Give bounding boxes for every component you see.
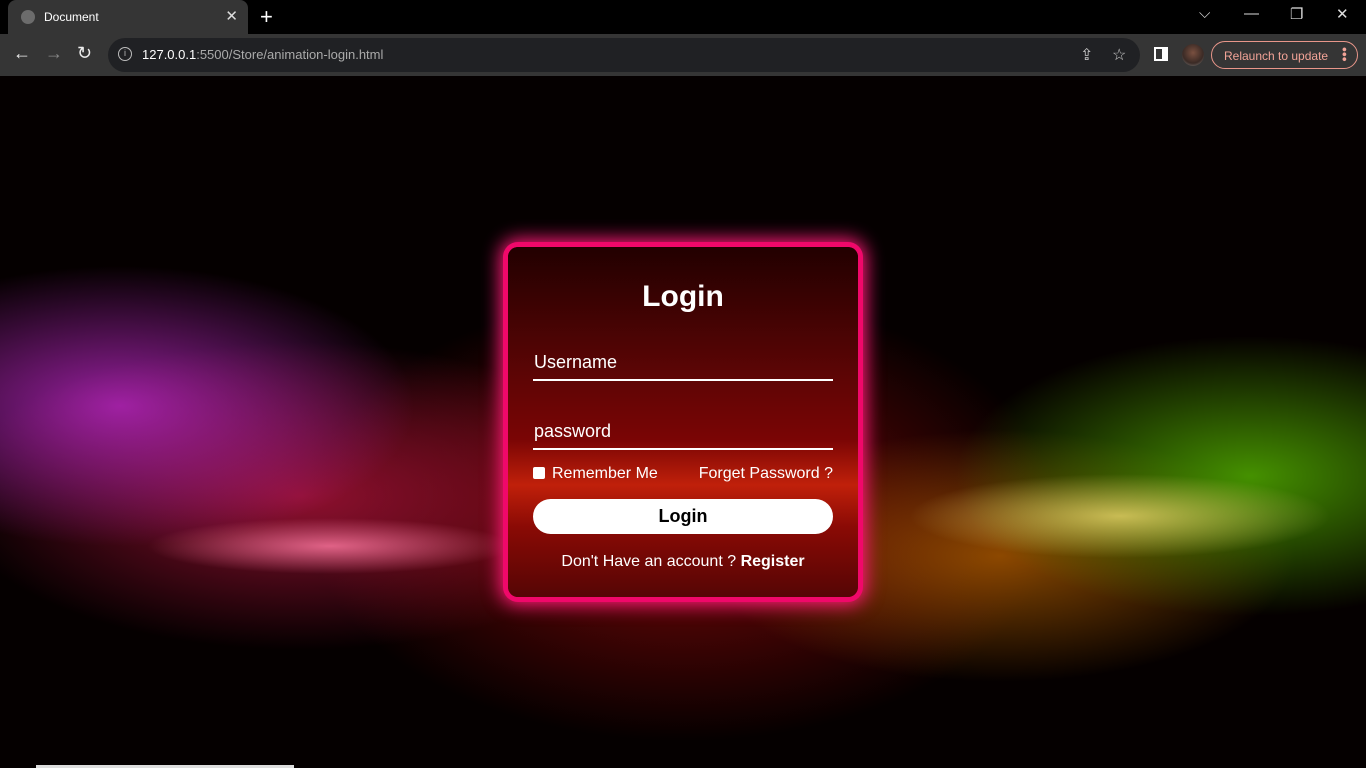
tab-title: Document (44, 10, 99, 24)
close-window-icon[interactable]: ✕ (1336, 5, 1349, 23)
remember-me[interactable]: Remember Me (533, 465, 658, 483)
password-input[interactable]: password (533, 421, 833, 450)
menu-icon: ••• (1337, 47, 1353, 62)
page-background: Login Username password Remember Me Forg… (0, 76, 1366, 768)
side-panel-icon[interactable] (1154, 47, 1168, 61)
share-icon[interactable]: ⇪ (1080, 45, 1093, 65)
username-input[interactable]: Username (533, 352, 833, 381)
info-icon[interactable]: i (118, 47, 132, 61)
login-button[interactable]: Login (533, 499, 833, 534)
reload-icon[interactable]: ↻ (77, 43, 92, 64)
address-bar[interactable]: i 127.0.0.1:5500/Store/animation-login.h… (108, 38, 1140, 72)
login-card: Login Username password Remember Me Forg… (508, 247, 858, 597)
tab-bar: Document ✕ + ⌵ — ❐ ✕ (0, 0, 1366, 34)
remember-checkbox[interactable] (533, 467, 545, 479)
avatar[interactable] (1182, 44, 1204, 66)
globe-icon (21, 10, 35, 24)
minimize-icon[interactable]: — (1244, 5, 1259, 22)
login-title: Login (642, 280, 724, 313)
close-tab-icon[interactable]: ✕ (225, 7, 238, 25)
back-icon[interactable]: ← (13, 43, 31, 64)
restore-icon[interactable]: ❐ (1290, 5, 1303, 23)
relaunch-button[interactable]: Relaunch to update ••• (1211, 41, 1358, 69)
url-text: 127.0.0.1:5500/Store/animation-login.htm… (142, 47, 384, 62)
tab-search-icon[interactable]: ⌵ (1199, 5, 1210, 22)
tab-document[interactable]: Document ✕ (8, 0, 248, 34)
register-prompt: Don't Have an account ? Register (561, 553, 805, 570)
forward-icon[interactable]: → (45, 43, 63, 64)
register-link[interactable]: Register (741, 553, 805, 570)
forgot-password-link[interactable]: Forget Password ? (699, 465, 833, 483)
star-icon[interactable]: ☆ (1112, 45, 1126, 65)
browser-toolbar: ← → ↻ i 127.0.0.1:5500/Store/animation-l… (0, 34, 1366, 76)
new-tab-icon[interactable]: + (260, 4, 273, 30)
